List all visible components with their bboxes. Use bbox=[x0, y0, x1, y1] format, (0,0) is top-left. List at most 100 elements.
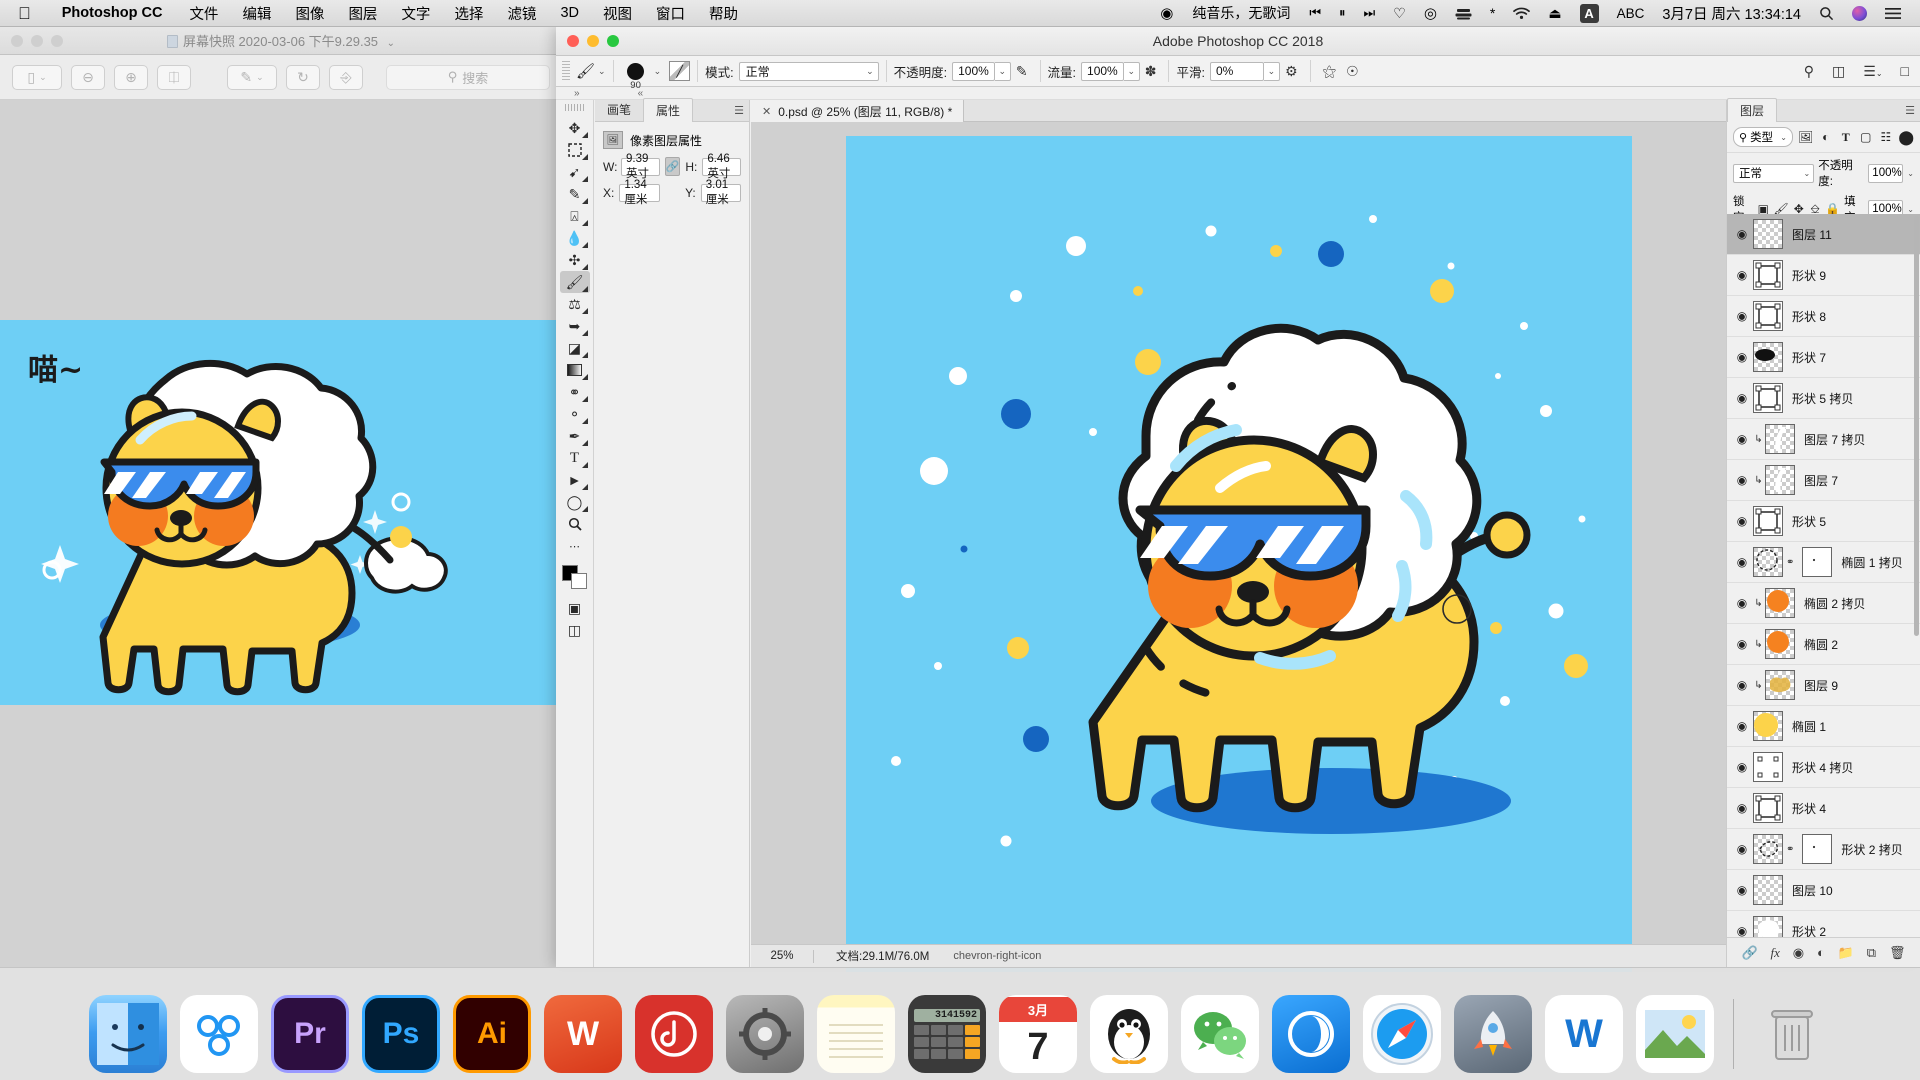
dock-item-trash[interactable] bbox=[1753, 995, 1831, 1073]
layer-name[interactable]: 形状 4 拷贝 bbox=[1792, 759, 1853, 776]
history-brush-tool[interactable]: ➥ bbox=[560, 315, 590, 337]
airplay-target-icon[interactable]: ◎ bbox=[1415, 4, 1446, 22]
layer-visibility-icon[interactable]: ◉ bbox=[1731, 432, 1753, 446]
display-icon[interactable] bbox=[1446, 7, 1481, 20]
type-filter-icon[interactable]: T bbox=[1838, 130, 1853, 145]
more-tools-button[interactable]: ⋯ bbox=[560, 535, 590, 557]
layer-name[interactable]: 形状 9 bbox=[1792, 267, 1826, 284]
layer-thumbnail[interactable] bbox=[1753, 916, 1783, 937]
zoom-out-button[interactable]: ⊖ bbox=[71, 64, 105, 90]
layer-name[interactable]: 形状 2 bbox=[1792, 923, 1826, 938]
layer-visibility-icon[interactable]: ◉ bbox=[1731, 596, 1753, 610]
layer-name[interactable]: 形状 5 拷贝 bbox=[1792, 390, 1853, 407]
layer-row[interactable]: ◉ 形状 5 拷贝 bbox=[1727, 378, 1920, 419]
layer-thumbnail[interactable] bbox=[1765, 588, 1795, 618]
canvas[interactable] bbox=[845, 136, 1632, 972]
airbrush-icon[interactable]: ✽ bbox=[1140, 63, 1162, 80]
brush-tool-icon[interactable]: 🖌 bbox=[576, 62, 595, 80]
eyedropper-tool[interactable]: 💧 bbox=[560, 227, 590, 249]
layer-thumbnail[interactable] bbox=[1753, 342, 1783, 372]
layer-thumbnail[interactable] bbox=[1753, 301, 1783, 331]
adjustment-layer-icon[interactable]: ◐ bbox=[1817, 945, 1825, 960]
heart-icon[interactable]: ♡ bbox=[1384, 5, 1415, 22]
layer-thumbnail[interactable] bbox=[1753, 834, 1783, 864]
shape-filter-icon[interactable]: ▢ bbox=[1858, 130, 1873, 144]
flow-input[interactable]: 100% bbox=[1081, 61, 1124, 81]
layer-name[interactable]: 形状 4 bbox=[1792, 800, 1826, 817]
pause-icon[interactable]: ⏸ bbox=[1330, 5, 1355, 21]
dock-item-qq-browser[interactable] bbox=[1272, 995, 1350, 1073]
menu-item-filter[interactable]: 滤镜 bbox=[495, 3, 548, 24]
options-bar-grip[interactable] bbox=[562, 61, 570, 81]
share-icon[interactable]: □ bbox=[1896, 63, 1914, 79]
layer-thumbnail[interactable] bbox=[1753, 752, 1783, 782]
brush-tool[interactable]: 🖌 bbox=[559, 271, 590, 293]
mask-link-icon[interactable]: ⚭ bbox=[1786, 557, 1794, 568]
layer-row[interactable]: ◉ ↳ 图层 9 bbox=[1727, 665, 1920, 706]
layer-row[interactable]: ◉ 图层 11 bbox=[1727, 214, 1920, 255]
layer-row[interactable]: ◉ 形状 5 bbox=[1727, 501, 1920, 542]
menu-item-select[interactable]: 选择 bbox=[442, 3, 495, 24]
preview-search-field[interactable]: ⚲ 搜索 bbox=[386, 64, 550, 90]
pressure-size-icon[interactable]: ☉ bbox=[1341, 63, 1364, 80]
height-input[interactable]: 6.46 英寸 bbox=[702, 153, 741, 180]
zoom-level[interactable]: 25% bbox=[751, 950, 813, 962]
layer-thumbnail[interactable] bbox=[1753, 219, 1783, 249]
layer-thumbnail[interactable] bbox=[1765, 465, 1795, 495]
layer-name[interactable]: 图层 10 bbox=[1792, 882, 1833, 899]
symmetry-icon[interactable]: ⚝ bbox=[1318, 63, 1342, 80]
brush-panel-icon[interactable]: ╱ bbox=[669, 61, 691, 81]
layer-visibility-icon[interactable]: ◉ bbox=[1731, 350, 1753, 364]
wifi-icon[interactable] bbox=[1504, 7, 1539, 20]
dock-item-cloud-app[interactable] bbox=[180, 995, 258, 1073]
sidebar-toggle-button[interactable]: ▯ ⌄ bbox=[12, 64, 62, 90]
marquee-tool[interactable] bbox=[560, 139, 590, 161]
tab-properties[interactable]: 属性 bbox=[643, 98, 694, 122]
layer-visibility-icon[interactable]: ◉ bbox=[1731, 473, 1753, 487]
input-source-label[interactable]: ABC bbox=[1608, 6, 1654, 21]
eraser-tool[interactable]: ◪ bbox=[560, 337, 590, 359]
preview-close-button[interactable] bbox=[11, 34, 23, 47]
chevron-down-icon[interactable]: ⌄ bbox=[1780, 133, 1787, 142]
layer-opacity-chevron-icon[interactable]: ⌄ bbox=[1907, 169, 1914, 178]
layer-thumbnail[interactable] bbox=[1753, 793, 1783, 823]
dock-item-launchpad[interactable] bbox=[1454, 995, 1532, 1073]
layer-visibility-icon[interactable]: ◉ bbox=[1731, 801, 1753, 815]
menu-item-type[interactable]: 文字 bbox=[389, 3, 442, 24]
preview-title-bar[interactable]: 屏幕快照 2020-03-06 下午9.29.35 ⌄ bbox=[0, 27, 562, 55]
tab-layers[interactable]: 图层 bbox=[1727, 98, 1778, 122]
pressure-opacity-icon[interactable]: ✎ bbox=[1011, 63, 1033, 80]
layer-name[interactable]: 图层 7 拷贝 bbox=[1804, 431, 1865, 448]
tools-panel-grip[interactable] bbox=[564, 104, 585, 111]
opacity-chevron-icon[interactable]: ⌄ bbox=[994, 61, 1011, 81]
layer-visibility-icon[interactable]: ◉ bbox=[1731, 924, 1753, 937]
layer-row[interactable]: ◉ ↳ 图层 7 bbox=[1727, 460, 1920, 501]
smoothing-chevron-icon[interactable]: ⌄ bbox=[1263, 61, 1280, 81]
zoom-tool[interactable] bbox=[560, 513, 590, 535]
dock-item-photoshop[interactable]: Ps bbox=[362, 995, 440, 1073]
layer-thumbnail[interactable] bbox=[1753, 383, 1783, 413]
x-input[interactable]: 1.34 厘米 bbox=[619, 179, 660, 206]
crop-tool[interactable]: ⍓ bbox=[560, 205, 590, 227]
tab-brushes[interactable]: 画笔 bbox=[595, 98, 643, 121]
dock-item-illustrator[interactable]: Ai bbox=[453, 995, 531, 1073]
menu-item-3d[interactable]: 3D bbox=[548, 5, 591, 21]
eject-icon[interactable]: ⏏ bbox=[1539, 5, 1570, 22]
new-layer-icon[interactable]: ⧉ bbox=[1867, 945, 1876, 961]
screen-mode-button[interactable]: ◫ bbox=[560, 619, 590, 641]
rotate-button[interactable]: ↻ bbox=[286, 64, 320, 90]
panel-menu-icon[interactable]: ☰ bbox=[1905, 104, 1915, 117]
record-icon[interactable]: ◉ bbox=[1151, 4, 1182, 22]
mask-link-icon[interactable]: ⚭ bbox=[1786, 844, 1794, 855]
dock-item-calculator[interactable]: 3141592 bbox=[908, 995, 986, 1073]
next-track-icon[interactable]: ⏭ bbox=[1355, 5, 1385, 21]
layer-list[interactable]: ◉ 图层 11 ◉ 形状 9 ◉ 形状 8 ◉ 形状 7 ◉ 形状 5 拷贝 ◉ ↳ 图层 7 拷贝 ◉ ↳… bbox=[1727, 214, 1920, 937]
layer-mask-icon[interactable]: ◉ bbox=[1793, 945, 1804, 961]
chevron-right-icon[interactable]: chevron-right-icon bbox=[929, 950, 1041, 962]
layer-blend-mode-select[interactable]: 正常 ⌄ bbox=[1733, 163, 1815, 183]
document-tab[interactable]: ✕ 0.psd @ 25% (图层 11, RGB/8) * bbox=[751, 100, 965, 122]
clone-stamp-tool[interactable]: ⚖ bbox=[560, 293, 590, 315]
smoothing-input[interactable]: 0% bbox=[1209, 61, 1264, 81]
layer-name[interactable]: 图层 7 bbox=[1804, 472, 1838, 489]
photoshop-title-bar[interactable]: Adobe Photoshop CC 2018 bbox=[556, 27, 1920, 56]
